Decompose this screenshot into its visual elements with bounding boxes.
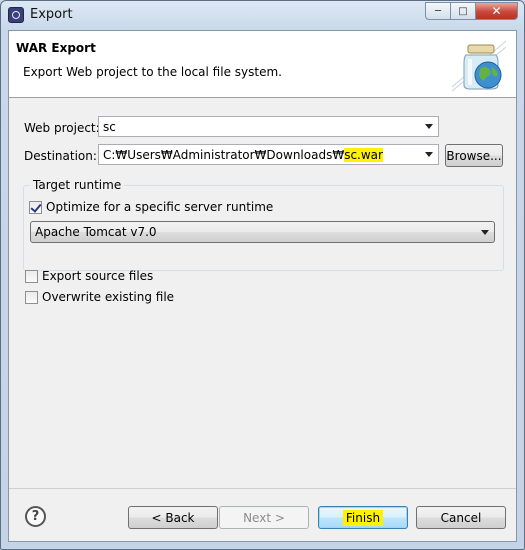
- destination-combo[interactable]: C:₩Users₩Administrator₩Downloads₩sc.war: [98, 144, 439, 165]
- export-source-label: Export source files: [42, 269, 154, 283]
- destination-value: C:₩Users₩Administrator₩Downloads₩sc.war: [103, 148, 383, 162]
- dialog-client-area: WAR Export Export Web project to the loc…: [8, 30, 517, 542]
- optimize-runtime-label: Optimize for a specific server runtime: [46, 200, 274, 214]
- jar-globe-icon: [451, 40, 507, 92]
- browse-button[interactable]: Browse...: [445, 144, 503, 167]
- minimize-icon: ─: [434, 5, 442, 17]
- optimize-runtime-checkbox[interactable]: [29, 200, 42, 214]
- server-runtime-value: Apache Tomcat v7.0: [35, 225, 157, 239]
- close-icon: ✕: [491, 4, 502, 18]
- eclipse-app-icon: [8, 7, 24, 23]
- banner-title: WAR Export: [16, 41, 96, 55]
- export-source-checkbox-row[interactable]: Export source files: [25, 269, 153, 283]
- maximize-button[interactable]: □: [450, 2, 476, 20]
- next-button[interactable]: Next >: [219, 506, 309, 529]
- minimize-button[interactable]: ─: [425, 2, 451, 20]
- chevron-down-icon: [425, 152, 433, 157]
- web-project-label: Web project:: [24, 121, 100, 135]
- web-project-combo[interactable]: sc: [98, 116, 439, 137]
- destination-filename-highlight: sc.war: [344, 148, 383, 162]
- footer-separator: [9, 488, 516, 489]
- finish-button[interactable]: Finish: [318, 506, 408, 529]
- window-title: Export: [30, 7, 73, 22]
- caption-buttons: ─ □ ✕: [425, 2, 518, 20]
- destination-label: Destination:: [24, 149, 97, 163]
- chevron-down-icon: [481, 230, 489, 235]
- web-project-value: sc: [103, 120, 116, 134]
- title-bar[interactable]: Export ─ □ ✕: [1, 1, 524, 29]
- overwrite-checkbox[interactable]: [25, 290, 38, 304]
- close-button[interactable]: ✕: [475, 2, 518, 20]
- chevron-down-icon: [425, 124, 433, 129]
- banner-description: Export Web project to the local file sys…: [23, 65, 282, 79]
- overwrite-checkbox-row[interactable]: Overwrite existing file: [25, 290, 174, 304]
- finish-label: Finish: [342, 509, 384, 526]
- destination-path-prefix: C:₩Users₩Administrator₩Downloads₩: [103, 148, 345, 162]
- back-button[interactable]: < Back: [128, 506, 218, 529]
- target-runtime-group: Target runtime Optimize for a specific s…: [23, 178, 504, 271]
- export-source-checkbox[interactable]: [25, 269, 38, 283]
- help-icon[interactable]: ?: [25, 506, 46, 527]
- export-dialog-window: Export ─ □ ✕ WAR Export Export Web proje…: [0, 0, 525, 550]
- cancel-button[interactable]: Cancel: [416, 506, 506, 529]
- overwrite-label: Overwrite existing file: [42, 290, 175, 304]
- optimize-runtime-checkbox-row[interactable]: Optimize for a specific server runtime: [29, 200, 273, 214]
- server-runtime-select[interactable]: Apache Tomcat v7.0: [30, 221, 495, 243]
- target-runtime-group-title: Target runtime: [30, 178, 125, 192]
- wizard-banner: WAR Export Export Web project to the loc…: [9, 31, 516, 98]
- maximize-icon: □: [458, 5, 468, 17]
